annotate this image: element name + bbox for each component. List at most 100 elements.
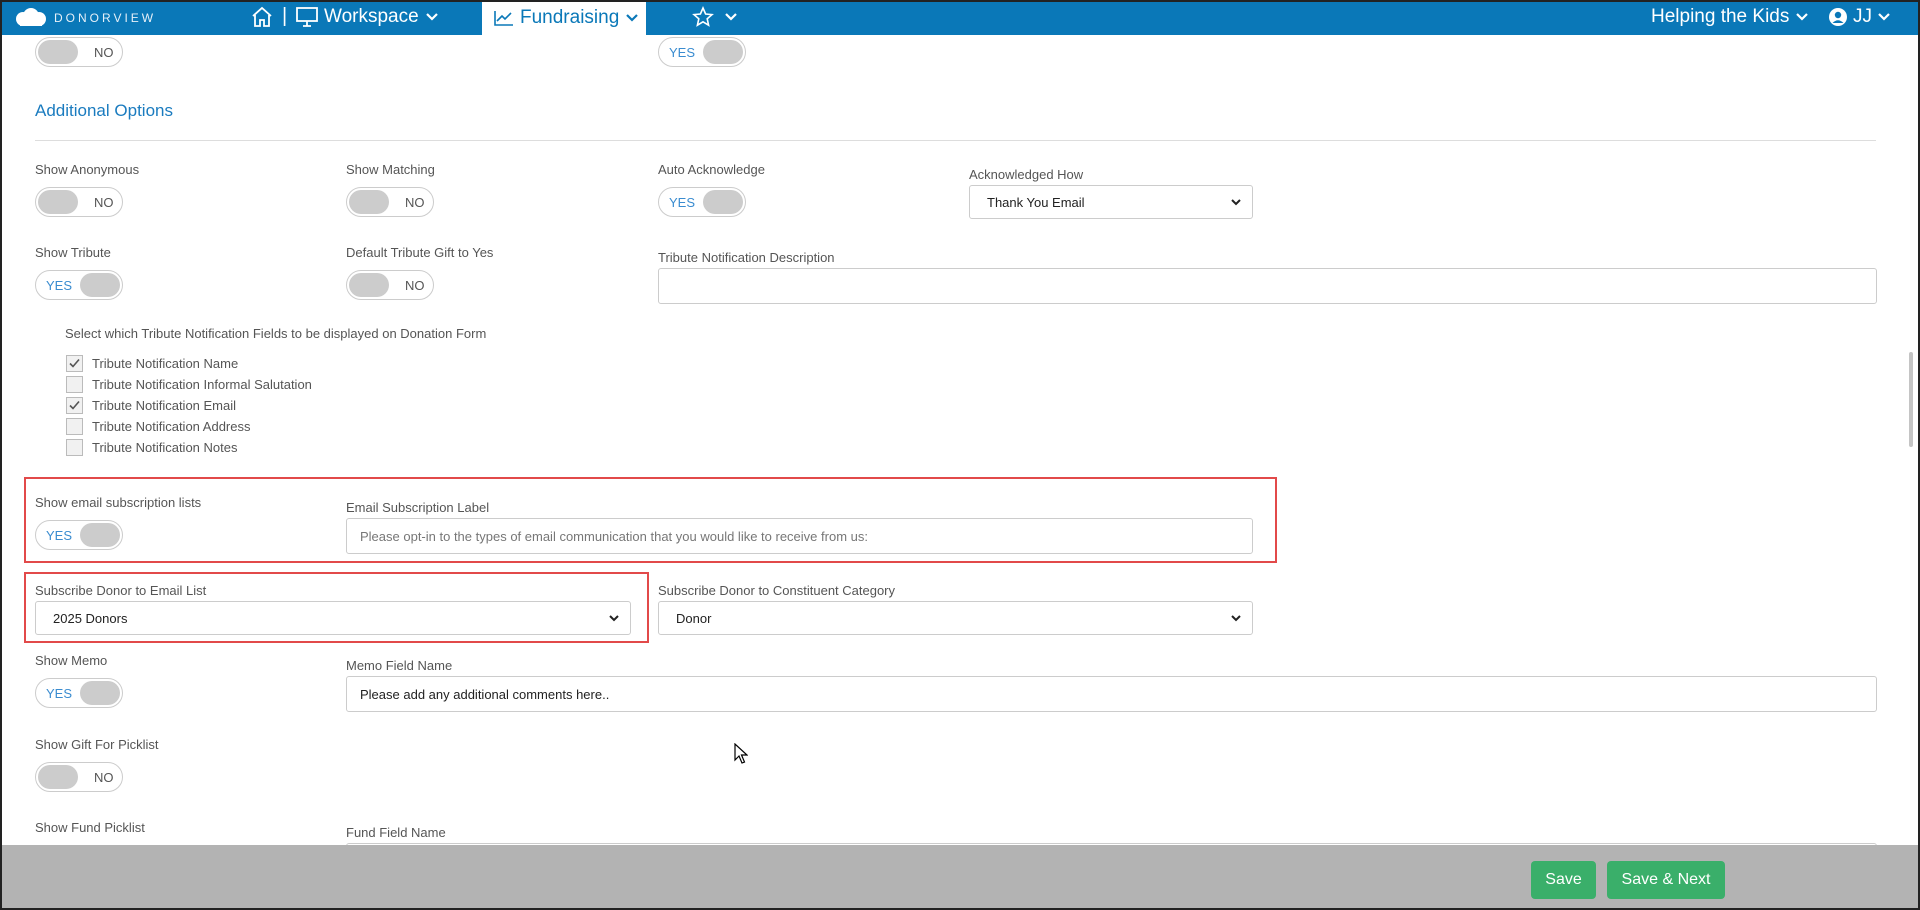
toggle-knob	[703, 190, 743, 214]
subscribe-list-value: 2025 Donors	[53, 610, 128, 626]
toggle-knob	[349, 190, 389, 214]
toggle-knob	[38, 190, 78, 214]
tribute-field-address-row[interactable]: Tribute Notification Address	[66, 417, 250, 435]
window-frame	[0, 0, 1920, 910]
toggle-state: YES	[669, 195, 696, 210]
subscribe-category-select[interactable]: Donor	[658, 601, 1253, 635]
toggle-knob	[703, 40, 743, 64]
subscribe-category-value: Donor	[676, 610, 712, 626]
top-navbar: DONORVIEW | Workspace Fundraising Helpin…	[0, 0, 1920, 35]
checkbox[interactable]	[66, 417, 83, 435]
show-gift-for-label: Show Gift For Picklist	[35, 737, 159, 752]
show-fund-picklist-label: Show Fund Picklist	[35, 820, 145, 835]
tribute-fields-heading: Select which Tribute Notification Fields…	[65, 326, 487, 341]
tribute-description-input[interactable]	[658, 268, 1877, 304]
save-and-next-button[interactable]: Save & Next	[1607, 861, 1725, 899]
toggle-top-right[interactable]: YES	[658, 37, 746, 67]
auto-acknowledge-toggle[interactable]: YES	[658, 187, 746, 217]
save-button[interactable]: Save	[1531, 861, 1596, 899]
section-divider	[35, 140, 1876, 141]
subscribe-category-label: Subscribe Donor to Constituent Category	[658, 583, 896, 598]
toggle-state: YES	[46, 686, 73, 701]
chevron-down-icon	[1796, 13, 1809, 21]
email-subscription-label-label: Email Subscription Label	[346, 500, 490, 515]
nav-fundraising-label: Fundraising	[520, 6, 620, 28]
email-lists-toggle[interactable]: YES	[35, 520, 123, 550]
tribute-field-name-row[interactable]: Tribute Notification Name	[66, 354, 238, 372]
tribute-description-label: Tribute Notification Description	[658, 250, 835, 265]
tribute-field-email-row[interactable]: Tribute Notification Email	[66, 396, 236, 414]
show-tribute-label: Show Tribute	[35, 245, 111, 260]
checkmark-icon	[69, 400, 80, 410]
toggle-top-left[interactable]: NO	[35, 37, 123, 67]
chevron-down-icon	[725, 13, 737, 21]
toggle-knob	[38, 40, 78, 64]
toggle-state: NO	[94, 195, 114, 210]
show-gift-for-toggle[interactable]: NO	[35, 762, 123, 792]
checkbox-label: Tribute Notification Informal Salutation	[92, 376, 312, 392]
email-subscription-label-input[interactable]: Please opt-in to the types of email comm…	[346, 518, 1253, 554]
nav-organization-label: Helping the Kids	[1651, 6, 1790, 27]
show-memo-toggle[interactable]: YES	[35, 678, 123, 708]
footer-bar: Save Save & Next	[0, 845, 1920, 910]
logo-icon	[16, 8, 46, 26]
nav-separator: |	[282, 5, 288, 27]
subscribe-list-select[interactable]: 2025 Donors	[35, 601, 631, 635]
checkbox-label: Tribute Notification Address	[92, 418, 251, 434]
toggle-knob	[80, 523, 120, 547]
show-anonymous-label: Show Anonymous	[35, 162, 140, 177]
show-memo-label: Show Memo	[35, 653, 108, 668]
show-anonymous-toggle[interactable]: NO	[35, 187, 123, 217]
email-lists-label: Show email subscription lists	[35, 495, 202, 510]
toggle-state: NO	[94, 770, 114, 785]
chevron-down-icon	[1878, 13, 1890, 21]
home-icon[interactable]	[250, 5, 274, 29]
logo-text: DONORVIEW	[54, 11, 157, 25]
nav-workspace[interactable]: Workspace	[296, 4, 439, 30]
toggle-state: NO	[405, 278, 425, 293]
mouse-cursor-icon	[734, 743, 748, 764]
show-matching-label: Show Matching	[346, 162, 435, 177]
toggle-knob	[38, 765, 78, 789]
monitor-icon	[296, 7, 318, 27]
checkbox-label: Tribute Notification Name	[92, 355, 239, 371]
toggle-state: NO	[405, 195, 425, 210]
fund-field-name-label: Fund Field Name	[346, 825, 446, 840]
checkbox[interactable]	[66, 396, 83, 414]
nav-organization[interactable]: Helping the Kids	[1651, 4, 1809, 30]
chevron-down-icon	[425, 13, 438, 21]
checkbox[interactable]	[66, 438, 83, 456]
nav-workspace-label: Workspace	[324, 6, 419, 27]
checkbox-label: Tribute Notification Email	[92, 397, 237, 413]
acknowledged-how-select[interactable]: Thank You Email	[969, 185, 1253, 219]
toggle-state: YES	[669, 45, 696, 60]
checkbox[interactable]	[66, 354, 83, 372]
chevron-down-icon	[626, 13, 639, 22]
chevron-down-icon	[609, 615, 619, 622]
scrollbar-thumb[interactable]	[1909, 352, 1913, 447]
chevron-down-icon	[1231, 199, 1241, 206]
toggle-knob	[80, 681, 120, 705]
checkbox-label: Tribute Notification Notes	[92, 439, 238, 455]
acknowledged-how-value: Thank You Email	[987, 194, 1085, 210]
toggle-knob	[80, 273, 120, 297]
nav-fundraising[interactable]: Fundraising	[482, 0, 646, 35]
star-icon	[692, 6, 714, 27]
subscribe-list-label: Subscribe Donor to Email List	[35, 583, 207, 598]
tribute-field-salutation-row[interactable]: Tribute Notification Informal Salutation	[66, 375, 312, 393]
toggle-state: NO	[94, 45, 114, 60]
tribute-field-notes-row[interactable]: Tribute Notification Notes	[66, 438, 237, 456]
toggle-knob	[349, 273, 389, 297]
donorview-logo[interactable]: DONORVIEW	[14, 5, 156, 31]
section-title: Additional Options	[35, 101, 173, 120]
checkbox[interactable]	[66, 375, 83, 393]
nav-user-initials: JJ	[1853, 6, 1872, 27]
checkmark-icon	[69, 358, 80, 368]
nav-user-menu[interactable]: JJ	[1828, 4, 1891, 30]
acknowledged-how-label: Acknowledged How	[969, 167, 1084, 182]
nav-favorites[interactable]	[692, 5, 738, 29]
show-matching-toggle[interactable]: NO	[346, 187, 434, 217]
show-tribute-toggle[interactable]: YES	[35, 270, 123, 300]
default-tribute-toggle[interactable]: NO	[346, 270, 434, 300]
memo-field-name-input[interactable]: Please add any additional comments here.…	[346, 676, 1877, 712]
